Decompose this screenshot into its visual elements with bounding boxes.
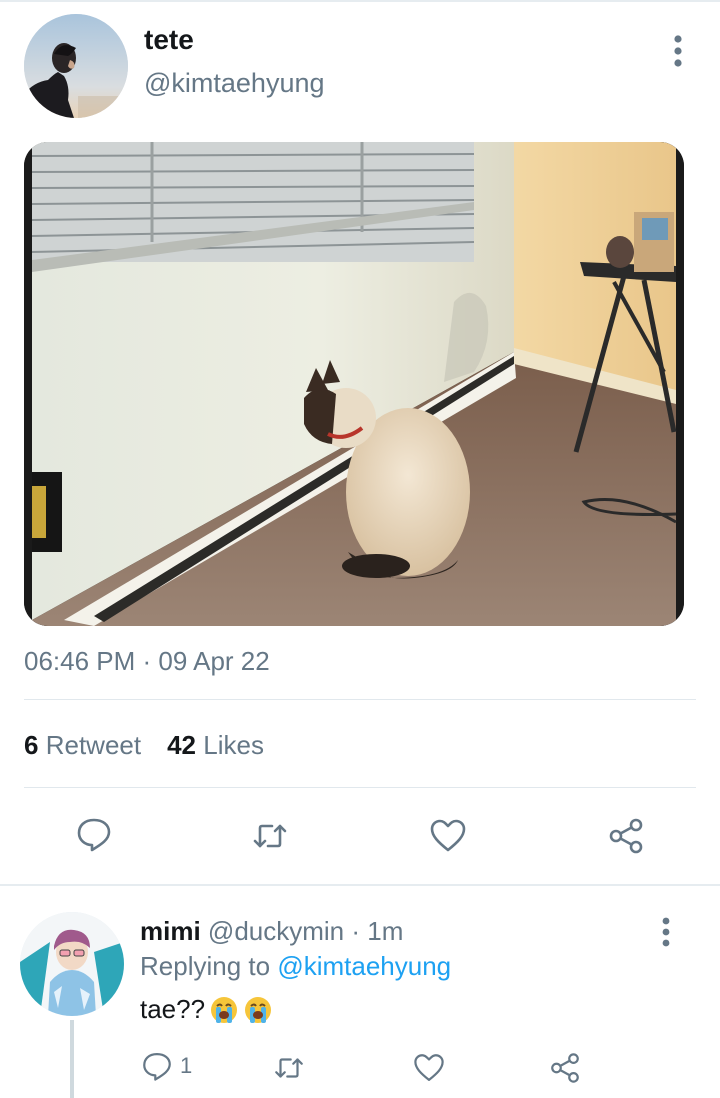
- like-icon[interactable]: [412, 1048, 446, 1088]
- reply-display-name[interactable]: mimi: [140, 916, 201, 946]
- retweet-icon[interactable]: [246, 812, 294, 860]
- retweet-icon[interactable]: [272, 1048, 306, 1088]
- share-icon[interactable]: [602, 812, 650, 860]
- likes-label: Likes: [203, 730, 264, 760]
- reply-count: 1: [180, 1053, 193, 1078]
- divider: [24, 699, 696, 700]
- thread-line: [70, 1020, 74, 1098]
- loudly-crying-face-emoji: [243, 995, 273, 1025]
- likes-count: 42: [167, 730, 197, 760]
- like-icon[interactable]: [424, 812, 472, 860]
- author-handle[interactable]: @kimtaehyung: [144, 68, 325, 99]
- section-divider: [0, 884, 720, 886]
- replying-to: Replying to @kimtaehyung: [140, 951, 451, 982]
- author-avatar[interactable]: [24, 14, 128, 118]
- retweet-label: Retweet: [45, 730, 142, 760]
- reply-header: mimi @duckymin · 1m: [140, 916, 403, 947]
- replying-to-handle-link[interactable]: @kimtaehyung: [277, 951, 451, 981]
- reply-handle[interactable]: @duckymin: [208, 916, 344, 946]
- share-icon[interactable]: [548, 1048, 582, 1088]
- reply-action[interactable]: 1: [140, 1046, 192, 1086]
- reply-body: tae??: [140, 994, 273, 1025]
- tweet-stats: 6 Retweet 42 Likes: [24, 730, 264, 761]
- tweet-timestamp: 06:46 PM · 09 Apr 22: [24, 646, 270, 676]
- author-display-name[interactable]: tete: [144, 24, 194, 56]
- more-options-icon[interactable]: [664, 34, 692, 68]
- more-options-icon[interactable]: [652, 916, 680, 948]
- replying-prefix: Replying to: [140, 951, 271, 981]
- loudly-crying-face-emoji: [209, 995, 239, 1025]
- likes-stat[interactable]: 42 Likes: [167, 730, 264, 761]
- reply-author-avatar[interactable]: [20, 912, 124, 1016]
- top-border: [0, 0, 720, 2]
- reply-text: tae??: [140, 994, 206, 1024]
- retweet-stat[interactable]: 6 Retweet: [24, 730, 141, 761]
- divider: [24, 787, 696, 788]
- tweet-photo[interactable]: [24, 142, 684, 626]
- reply-time: · 1m: [351, 916, 404, 946]
- retweet-count: 6: [24, 730, 39, 760]
- reply-icon[interactable]: [70, 810, 118, 858]
- reply-icon: [143, 1052, 171, 1081]
